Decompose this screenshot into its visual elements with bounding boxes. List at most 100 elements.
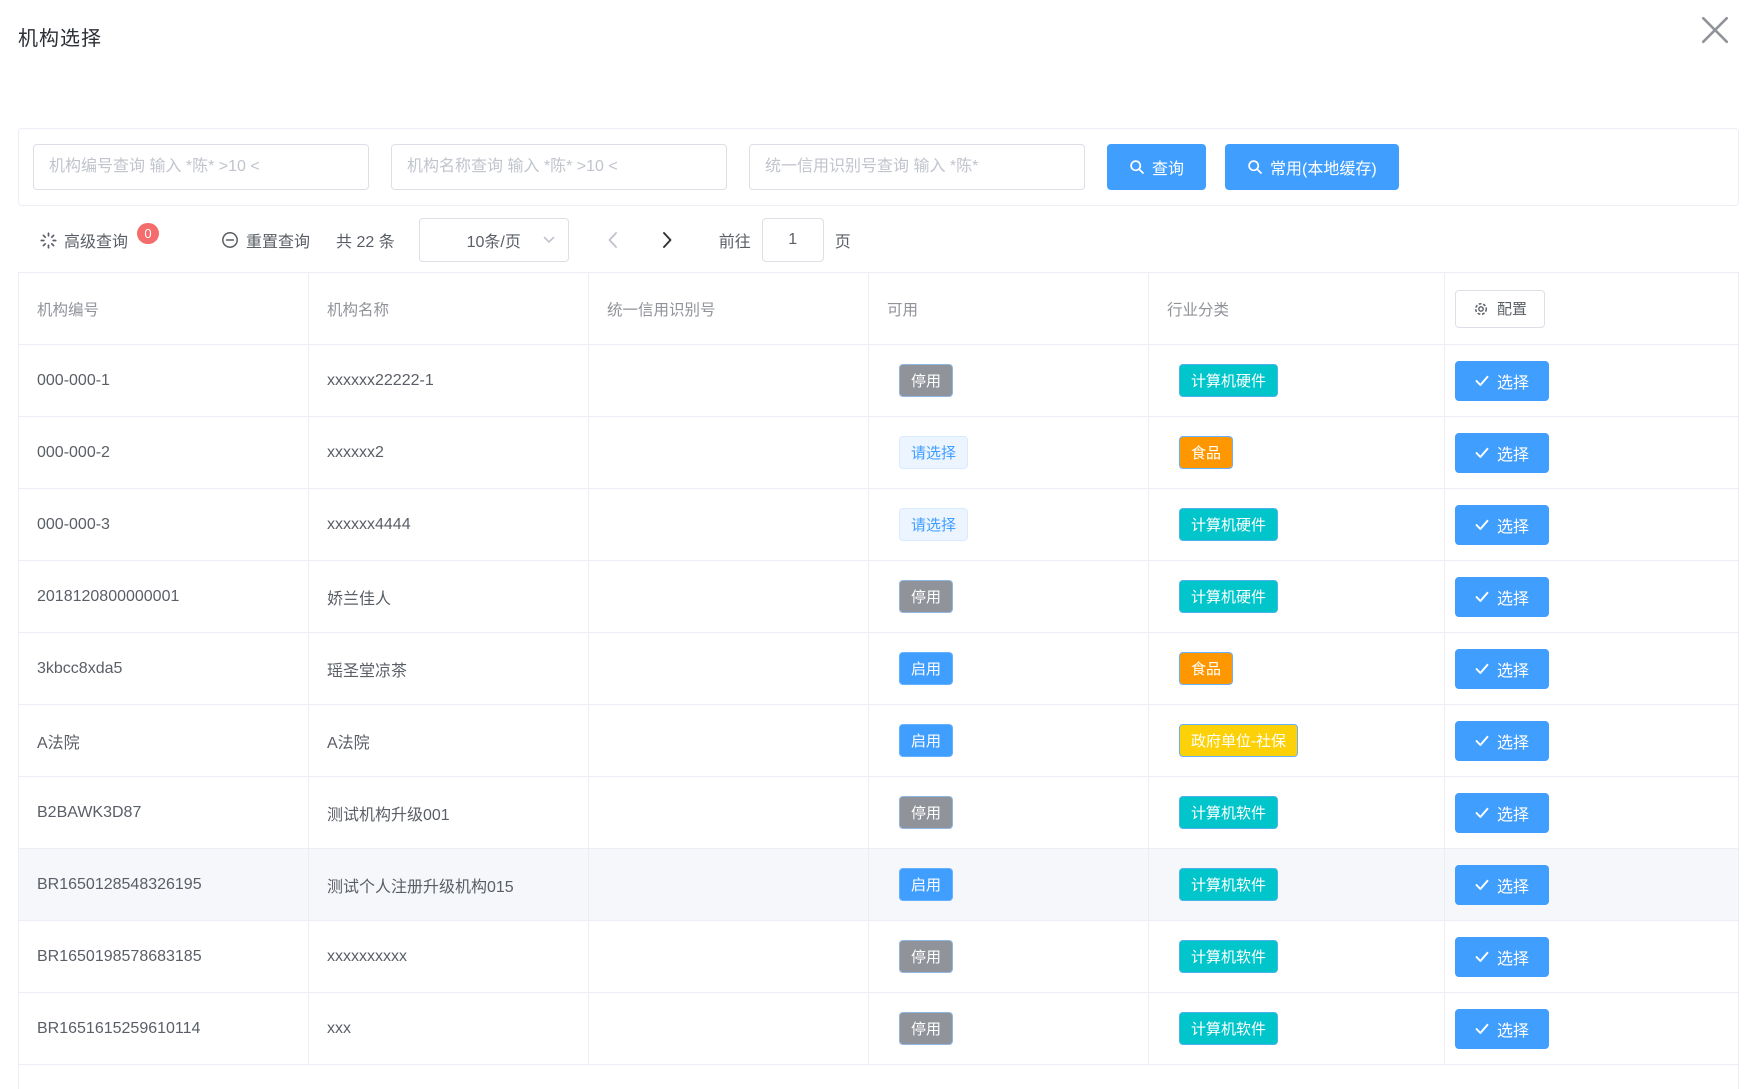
chevron-right-icon xyxy=(662,231,673,249)
cell-actions: 选择 xyxy=(1445,489,1738,560)
cell-org-name: xxxxxx4444 xyxy=(309,489,589,560)
industry-tag: 计算机硬件 xyxy=(1179,508,1278,541)
cell-actions: 选择 xyxy=(1445,849,1738,920)
cell-credit-id xyxy=(589,489,869,560)
cell-org-code: 000-000-3 xyxy=(19,489,309,560)
cell-industry: 计算机硬件 xyxy=(1149,489,1445,560)
select-button-label: 选择 xyxy=(1497,657,1529,681)
cell-available: 停用 xyxy=(869,993,1149,1064)
cell-credit-id xyxy=(589,993,869,1064)
select-button[interactable]: 选择 xyxy=(1455,361,1549,401)
check-icon xyxy=(1475,447,1489,459)
industry-tag: 食品 xyxy=(1179,652,1233,685)
org-name-input[interactable] xyxy=(391,144,727,190)
select-button[interactable]: 选择 xyxy=(1455,433,1549,473)
advanced-query-button[interactable]: 高级查询 0 xyxy=(40,228,159,252)
select-button[interactable]: 选择 xyxy=(1455,721,1549,761)
check-icon xyxy=(1475,663,1489,675)
cell-org-name: 瑶圣堂凉茶 xyxy=(309,633,589,704)
cell-org-code: 3kbcc8xda5 xyxy=(19,633,309,704)
select-button[interactable]: 选择 xyxy=(1455,505,1549,545)
goto-page-input[interactable] xyxy=(762,218,824,262)
next-page-button[interactable] xyxy=(658,227,677,253)
cell-actions: 选择 xyxy=(1445,993,1738,1064)
check-icon xyxy=(1475,735,1489,747)
status-tag: 停用 xyxy=(899,940,953,973)
select-button-label: 选择 xyxy=(1497,585,1529,609)
cell-available: 停用 xyxy=(869,921,1149,992)
query-button-label: 查询 xyxy=(1152,155,1184,179)
toolbar: 高级查询 0 重置查询 共 22 条 10条/页 前往 xyxy=(18,218,1739,262)
status-tag: 停用 xyxy=(899,1012,953,1045)
close-icon xyxy=(1700,15,1730,45)
spinner-icon xyxy=(40,232,57,249)
cell-org-name: xxxxxxxxxx xyxy=(309,921,589,992)
header-industry: 行业分类 xyxy=(1149,273,1445,344)
cell-actions: 选择 xyxy=(1445,705,1738,776)
header-credit-id: 统一信用识别号 xyxy=(589,273,869,344)
select-button-label: 选择 xyxy=(1497,945,1529,969)
cell-org-code: 000-000-2 xyxy=(19,417,309,488)
cell-actions: 选择 xyxy=(1445,561,1738,632)
table-row: 3kbcc8xda5 瑶圣堂凉茶 启用 食品 选择 xyxy=(19,633,1738,705)
cell-industry: 政府单位-社保 xyxy=(1149,705,1445,776)
search-icon xyxy=(1247,159,1263,175)
advanced-query-label: 高级查询 xyxy=(64,228,128,252)
org-code-input[interactable] xyxy=(33,144,369,190)
page-size-select[interactable]: 10条/页 xyxy=(419,218,569,262)
status-tag: 请选择 xyxy=(899,508,968,541)
cell-available: 停用 xyxy=(869,561,1149,632)
check-icon xyxy=(1475,879,1489,891)
cell-org-name: A法院 xyxy=(309,705,589,776)
header-available: 可用 xyxy=(869,273,1149,344)
check-icon xyxy=(1475,951,1489,963)
table-row: B2BAWK3D87 测试机构升级001 停用 计算机软件 选择 xyxy=(19,777,1738,849)
select-button-label: 选择 xyxy=(1497,729,1529,753)
table-row: BR1650128548326195 测试个人注册升级机构015 启用 计算机软… xyxy=(19,849,1738,921)
select-button[interactable]: 选择 xyxy=(1455,577,1549,617)
cell-industry: 计算机软件 xyxy=(1149,921,1445,992)
status-tag: 启用 xyxy=(899,724,953,757)
reset-query-button[interactable]: 重置查询 xyxy=(221,228,310,252)
config-button[interactable]: 配置 xyxy=(1455,290,1545,328)
select-button[interactable]: 选择 xyxy=(1455,793,1549,833)
prev-page-button[interactable] xyxy=(603,227,622,253)
industry-tag: 计算机硬件 xyxy=(1179,364,1278,397)
check-icon xyxy=(1475,375,1489,387)
cell-credit-id xyxy=(589,417,869,488)
search-icon xyxy=(1129,159,1145,175)
select-button[interactable]: 选择 xyxy=(1455,649,1549,689)
select-button[interactable]: 选择 xyxy=(1455,937,1549,977)
query-button[interactable]: 查询 xyxy=(1107,144,1206,190)
cell-actions: 选择 xyxy=(1445,345,1738,416)
cell-org-code: BR1650128548326195 xyxy=(19,849,309,920)
select-button-label: 选择 xyxy=(1497,513,1529,537)
cache-button[interactable]: 常用(本地缓存) xyxy=(1225,144,1399,190)
cell-actions: 选择 xyxy=(1445,633,1738,704)
table-row: 000-000-3 xxxxxx4444 请选择 计算机硬件 选择 xyxy=(19,489,1738,561)
table-header-row: 机构编号 机构名称 统一信用识别号 可用 行业分类 配置 xyxy=(19,273,1738,345)
cell-org-name: 娇兰佳人 xyxy=(309,561,589,632)
cell-credit-id xyxy=(589,921,869,992)
status-tag: 停用 xyxy=(899,364,953,397)
cell-available: 停用 xyxy=(869,777,1149,848)
config-button-label: 配置 xyxy=(1497,298,1527,319)
select-button[interactable]: 选择 xyxy=(1455,1009,1549,1049)
table-row: 000-000-2 xxxxxx2 请选择 食品 选择 xyxy=(19,417,1738,489)
cell-available: 请选择 xyxy=(869,489,1149,560)
industry-tag: 计算机硬件 xyxy=(1179,580,1278,613)
cell-org-code: BR1651615259610114 xyxy=(19,993,309,1064)
industry-tag: 计算机软件 xyxy=(1179,940,1278,973)
header-actions: 配置 xyxy=(1445,273,1738,344)
close-button[interactable] xyxy=(1698,13,1732,47)
cell-actions: 选择 xyxy=(1445,777,1738,848)
cell-org-code: BR1650198578683185 xyxy=(19,921,309,992)
goto-label: 前往 xyxy=(719,228,751,252)
select-button[interactable]: 选择 xyxy=(1455,865,1549,905)
table-row: A法院 A法院 启用 政府单位-社保 选择 xyxy=(19,705,1738,777)
status-tag: 请选择 xyxy=(899,436,968,469)
cell-credit-id xyxy=(589,633,869,704)
credit-id-input[interactable] xyxy=(749,144,1085,190)
cell-org-code: A法院 xyxy=(19,705,309,776)
cell-org-name: xxxxxx22222-1 xyxy=(309,345,589,416)
